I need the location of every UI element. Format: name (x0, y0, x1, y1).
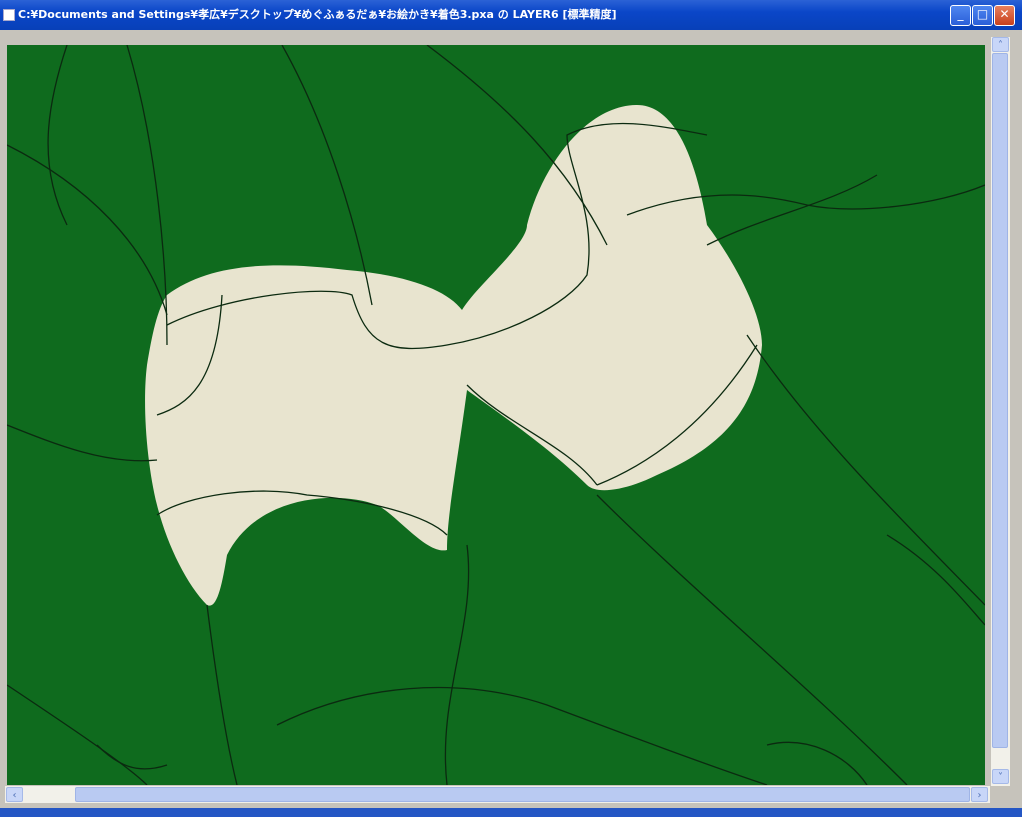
artwork (7, 45, 985, 785)
window-title: C:¥Documents and Settings¥孝広¥デスクトップ¥めぐふぁ… (18, 8, 617, 21)
scroll-right-button[interactable]: › (971, 787, 988, 802)
left-fill-shape (145, 105, 763, 606)
horizontal-scrollbar[interactable]: ‹ › (5, 786, 990, 803)
scroll-left-button[interactable]: ‹ (6, 787, 23, 802)
close-button[interactable]: ✕ (994, 5, 1015, 26)
taskbar (0, 808, 1022, 817)
drawing-canvas[interactable] (7, 45, 985, 785)
cream-fill-shapes (145, 105, 763, 606)
scroll-up-button[interactable]: ˄ (992, 37, 1009, 52)
scroll-down-button[interactable]: ˅ (992, 769, 1009, 784)
vertical-scroll-thumb[interactable] (992, 53, 1008, 748)
title-bar[interactable]: C:¥Documents and Settings¥孝広¥デスクトップ¥めぐふぁ… (0, 0, 1022, 30)
document-icon (3, 9, 15, 21)
vertical-scrollbar[interactable]: ˄ ˅ (991, 37, 1010, 786)
horizontal-scroll-thumb[interactable] (75, 787, 970, 802)
minimize-button[interactable]: _ (950, 5, 971, 26)
maximize-button[interactable]: □ (972, 5, 993, 26)
